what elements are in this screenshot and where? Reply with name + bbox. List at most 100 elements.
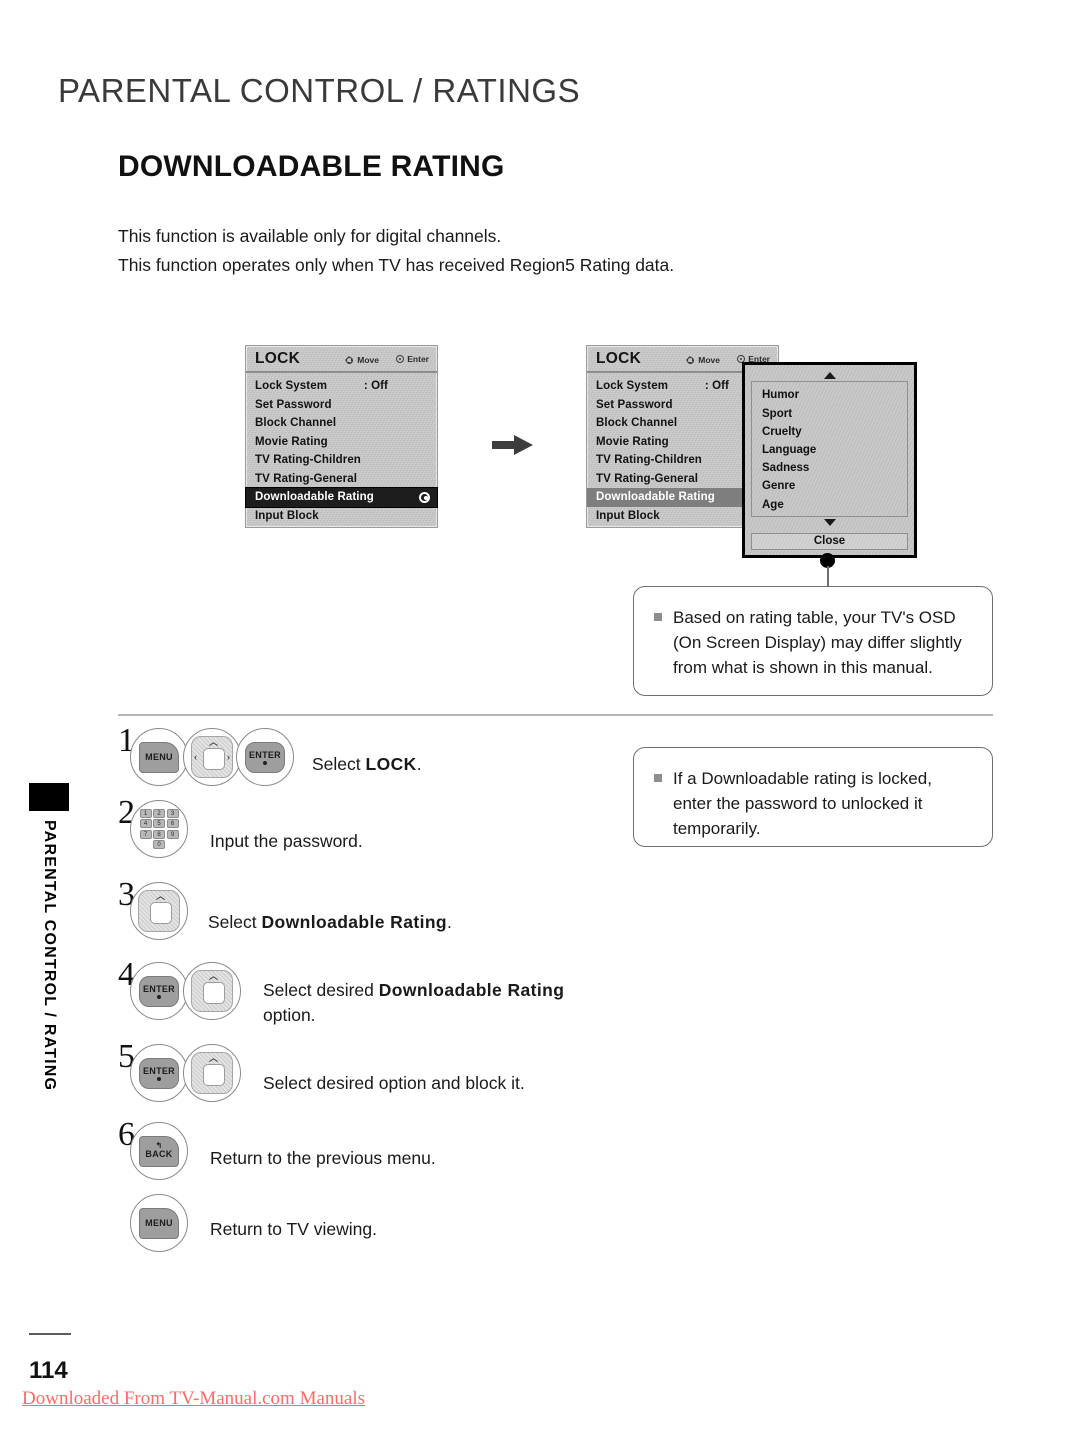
step-4: 4 ENTER ︿ ﹀ Select desired Downloadable … bbox=[118, 956, 618, 1044]
key-zero[interactable]: 0 bbox=[153, 840, 165, 850]
list-item[interactable]: Humor bbox=[752, 386, 907, 404]
enter-button[interactable]: ENTER bbox=[236, 728, 294, 786]
up-down-button[interactable]: ︿ ﹀ bbox=[183, 1044, 241, 1102]
enter-keycap: ENTER bbox=[139, 1057, 179, 1089]
osd-row-label: Set Password bbox=[255, 398, 332, 411]
osd-row[interactable]: Input Block bbox=[246, 507, 437, 526]
step-menu-text: Return to TV viewing. bbox=[210, 1218, 377, 1239]
key[interactable]: 7 bbox=[139, 829, 152, 839]
list-item[interactable]: Sadness bbox=[752, 459, 907, 477]
osd-row[interactable]: Set Password bbox=[246, 396, 437, 415]
callout-osd-text: Based on rating table, your TV's OSD (On… bbox=[673, 608, 962, 677]
list-item[interactable]: Genre bbox=[752, 477, 907, 495]
step-menu-return: MENU Return to TV viewing. bbox=[118, 1194, 618, 1264]
step-1: 1 MENU ︿ ﹀ ‹ › ENTER Select LOCK. bbox=[118, 722, 618, 800]
scroll-up-row[interactable] bbox=[751, 369, 908, 381]
back-button[interactable]: ↰ BACK bbox=[130, 1122, 188, 1180]
key[interactable]: 4 bbox=[139, 819, 152, 829]
step-4-text: Select desired Downloadable Rating optio… bbox=[263, 978, 618, 1028]
menu-button[interactable]: MENU bbox=[130, 728, 188, 786]
callout-lock-text: If a Downloadable rating is locked, ente… bbox=[673, 769, 932, 838]
menu-button[interactable]: MENU bbox=[130, 1194, 188, 1252]
step-3-text-a: Select bbox=[208, 911, 262, 932]
number-keypad-button[interactable]: 1 2 3 4 5 6 7 8 9 0 bbox=[130, 800, 188, 858]
footer-rule bbox=[29, 1333, 71, 1335]
step-5-text: Select desired option and block it. bbox=[263, 1072, 525, 1093]
osd-row-label: Block Channel bbox=[255, 417, 337, 430]
step-2-buttons: 1 2 3 4 5 6 7 8 9 0 bbox=[130, 800, 188, 858]
osd-row[interactable]: TV Rating-General bbox=[246, 470, 437, 489]
osd-row-label: Input Block bbox=[596, 509, 660, 522]
step-1-buttons: MENU ︿ ﹀ ‹ › ENTER bbox=[130, 728, 294, 786]
chevron-right-icon: › bbox=[227, 752, 230, 762]
move-nav-icon bbox=[343, 354, 354, 365]
step-4-text-a: Select desired bbox=[263, 980, 379, 1000]
key[interactable]: 2 bbox=[153, 808, 165, 818]
enter-button[interactable]: ENTER bbox=[130, 962, 188, 1020]
section-title: DOWNLOADABLE RATING bbox=[118, 150, 505, 183]
osd-row[interactable]: Movie Rating bbox=[246, 433, 437, 452]
osd-hint-move-label: Move bbox=[698, 354, 720, 365]
osd-row-label: Block Channel bbox=[596, 417, 678, 430]
number-keypad-icon: 1 2 3 4 5 6 7 8 9 0 bbox=[138, 808, 180, 850]
chevron-down-icon: ﹀ bbox=[209, 766, 219, 776]
watermark-link[interactable]: Downloaded From TV-Manual.com Manuals bbox=[22, 1388, 365, 1410]
osd-row-value: : Off bbox=[363, 380, 388, 393]
osd-row-label: TV Rating-Children bbox=[255, 454, 361, 467]
key[interactable]: 9 bbox=[166, 829, 179, 839]
key[interactable]: 8 bbox=[153, 829, 165, 839]
key[interactable]: 3 bbox=[166, 808, 179, 818]
step-2-text: Input the password. bbox=[210, 830, 363, 851]
key[interactable]: 6 bbox=[166, 819, 179, 829]
side-tab-label: PARENTAL CONTROL / RATING bbox=[41, 820, 58, 1092]
osd-menu-title: LOCK bbox=[255, 350, 301, 367]
move-nav-icon bbox=[684, 354, 695, 365]
osd-hint-move-label: Move bbox=[357, 354, 379, 365]
key[interactable]: 5 bbox=[153, 819, 165, 829]
side-tab: PARENTAL CONTROL / RATING bbox=[29, 820, 69, 1140]
up-down-button[interactable]: ︿ ﹀ bbox=[130, 882, 188, 940]
osd-row-label: Input Block bbox=[255, 509, 319, 522]
triangle-down-icon[interactable] bbox=[823, 519, 836, 527]
step-3-text-bold: Downloadable Rating bbox=[261, 911, 448, 932]
chevron-left-icon: ‹ bbox=[194, 752, 197, 762]
close-button[interactable]: Close bbox=[751, 532, 908, 550]
list-item[interactable]: Language bbox=[752, 441, 907, 459]
scroll-down-row[interactable] bbox=[751, 517, 908, 529]
triangle-up-icon[interactable] bbox=[823, 371, 836, 379]
osd-menu-title: LOCK bbox=[596, 350, 642, 367]
step-3-text-b: . bbox=[447, 911, 452, 932]
leader-line bbox=[826, 566, 829, 586]
step-4-text-b: option. bbox=[263, 1005, 316, 1025]
list-item[interactable]: Age bbox=[752, 495, 907, 513]
osd-row-label: Lock System bbox=[255, 380, 328, 393]
step-3-text: Select Downloadable Rating. bbox=[208, 910, 452, 935]
step-2: 2 1 2 3 4 5 6 7 8 9 0 Input the password… bbox=[118, 794, 618, 882]
callout-lock-note: If a Downloadable rating is locked, ente… bbox=[633, 747, 993, 847]
list-item[interactable]: Sport bbox=[752, 404, 907, 422]
up-down-button[interactable]: ︿ ﹀ bbox=[183, 962, 241, 1020]
step-1-text: Select LOCK. bbox=[312, 752, 422, 777]
menu-keycap: MENU bbox=[139, 1207, 179, 1239]
step-6: 6 ↰ BACK Return to the previous menu. bbox=[118, 1116, 618, 1194]
key[interactable]: 1 bbox=[139, 808, 152, 818]
intro-line-1: This function is available only for digi… bbox=[118, 226, 502, 246]
osd-row[interactable]: Block Channel bbox=[246, 414, 437, 433]
osd-row-label: Movie Rating bbox=[255, 435, 328, 448]
osd-row[interactable]: Lock System : Off bbox=[246, 377, 437, 396]
osd-row[interactable]: TV Rating-Children bbox=[246, 451, 437, 470]
enter-dot-icon bbox=[157, 1076, 161, 1081]
step-1-text-bold: LOCK bbox=[365, 753, 417, 774]
osd-hint-move: Move bbox=[684, 354, 720, 365]
enter-circle-icon bbox=[396, 355, 405, 363]
menu-keycap: MENU bbox=[139, 741, 179, 773]
list-item[interactable]: Cruelty bbox=[752, 423, 907, 441]
chevron-down-icon: ﹀ bbox=[209, 1082, 219, 1092]
osd-row-label: TV Rating-Children bbox=[596, 454, 702, 467]
osd-menu-rows: Lock System : Off Set Password Block Chan… bbox=[246, 373, 437, 525]
enter-button[interactable]: ENTER bbox=[130, 1044, 188, 1102]
osd-row-downloadable-rating-selected[interactable]: Downloadable Rating bbox=[246, 488, 437, 507]
step-5-buttons: ENTER ︿ ﹀ bbox=[130, 1044, 241, 1102]
up-down-icon: ︿ ﹀ bbox=[138, 890, 180, 932]
dpad-button[interactable]: ︿ ﹀ ‹ › bbox=[183, 728, 241, 786]
